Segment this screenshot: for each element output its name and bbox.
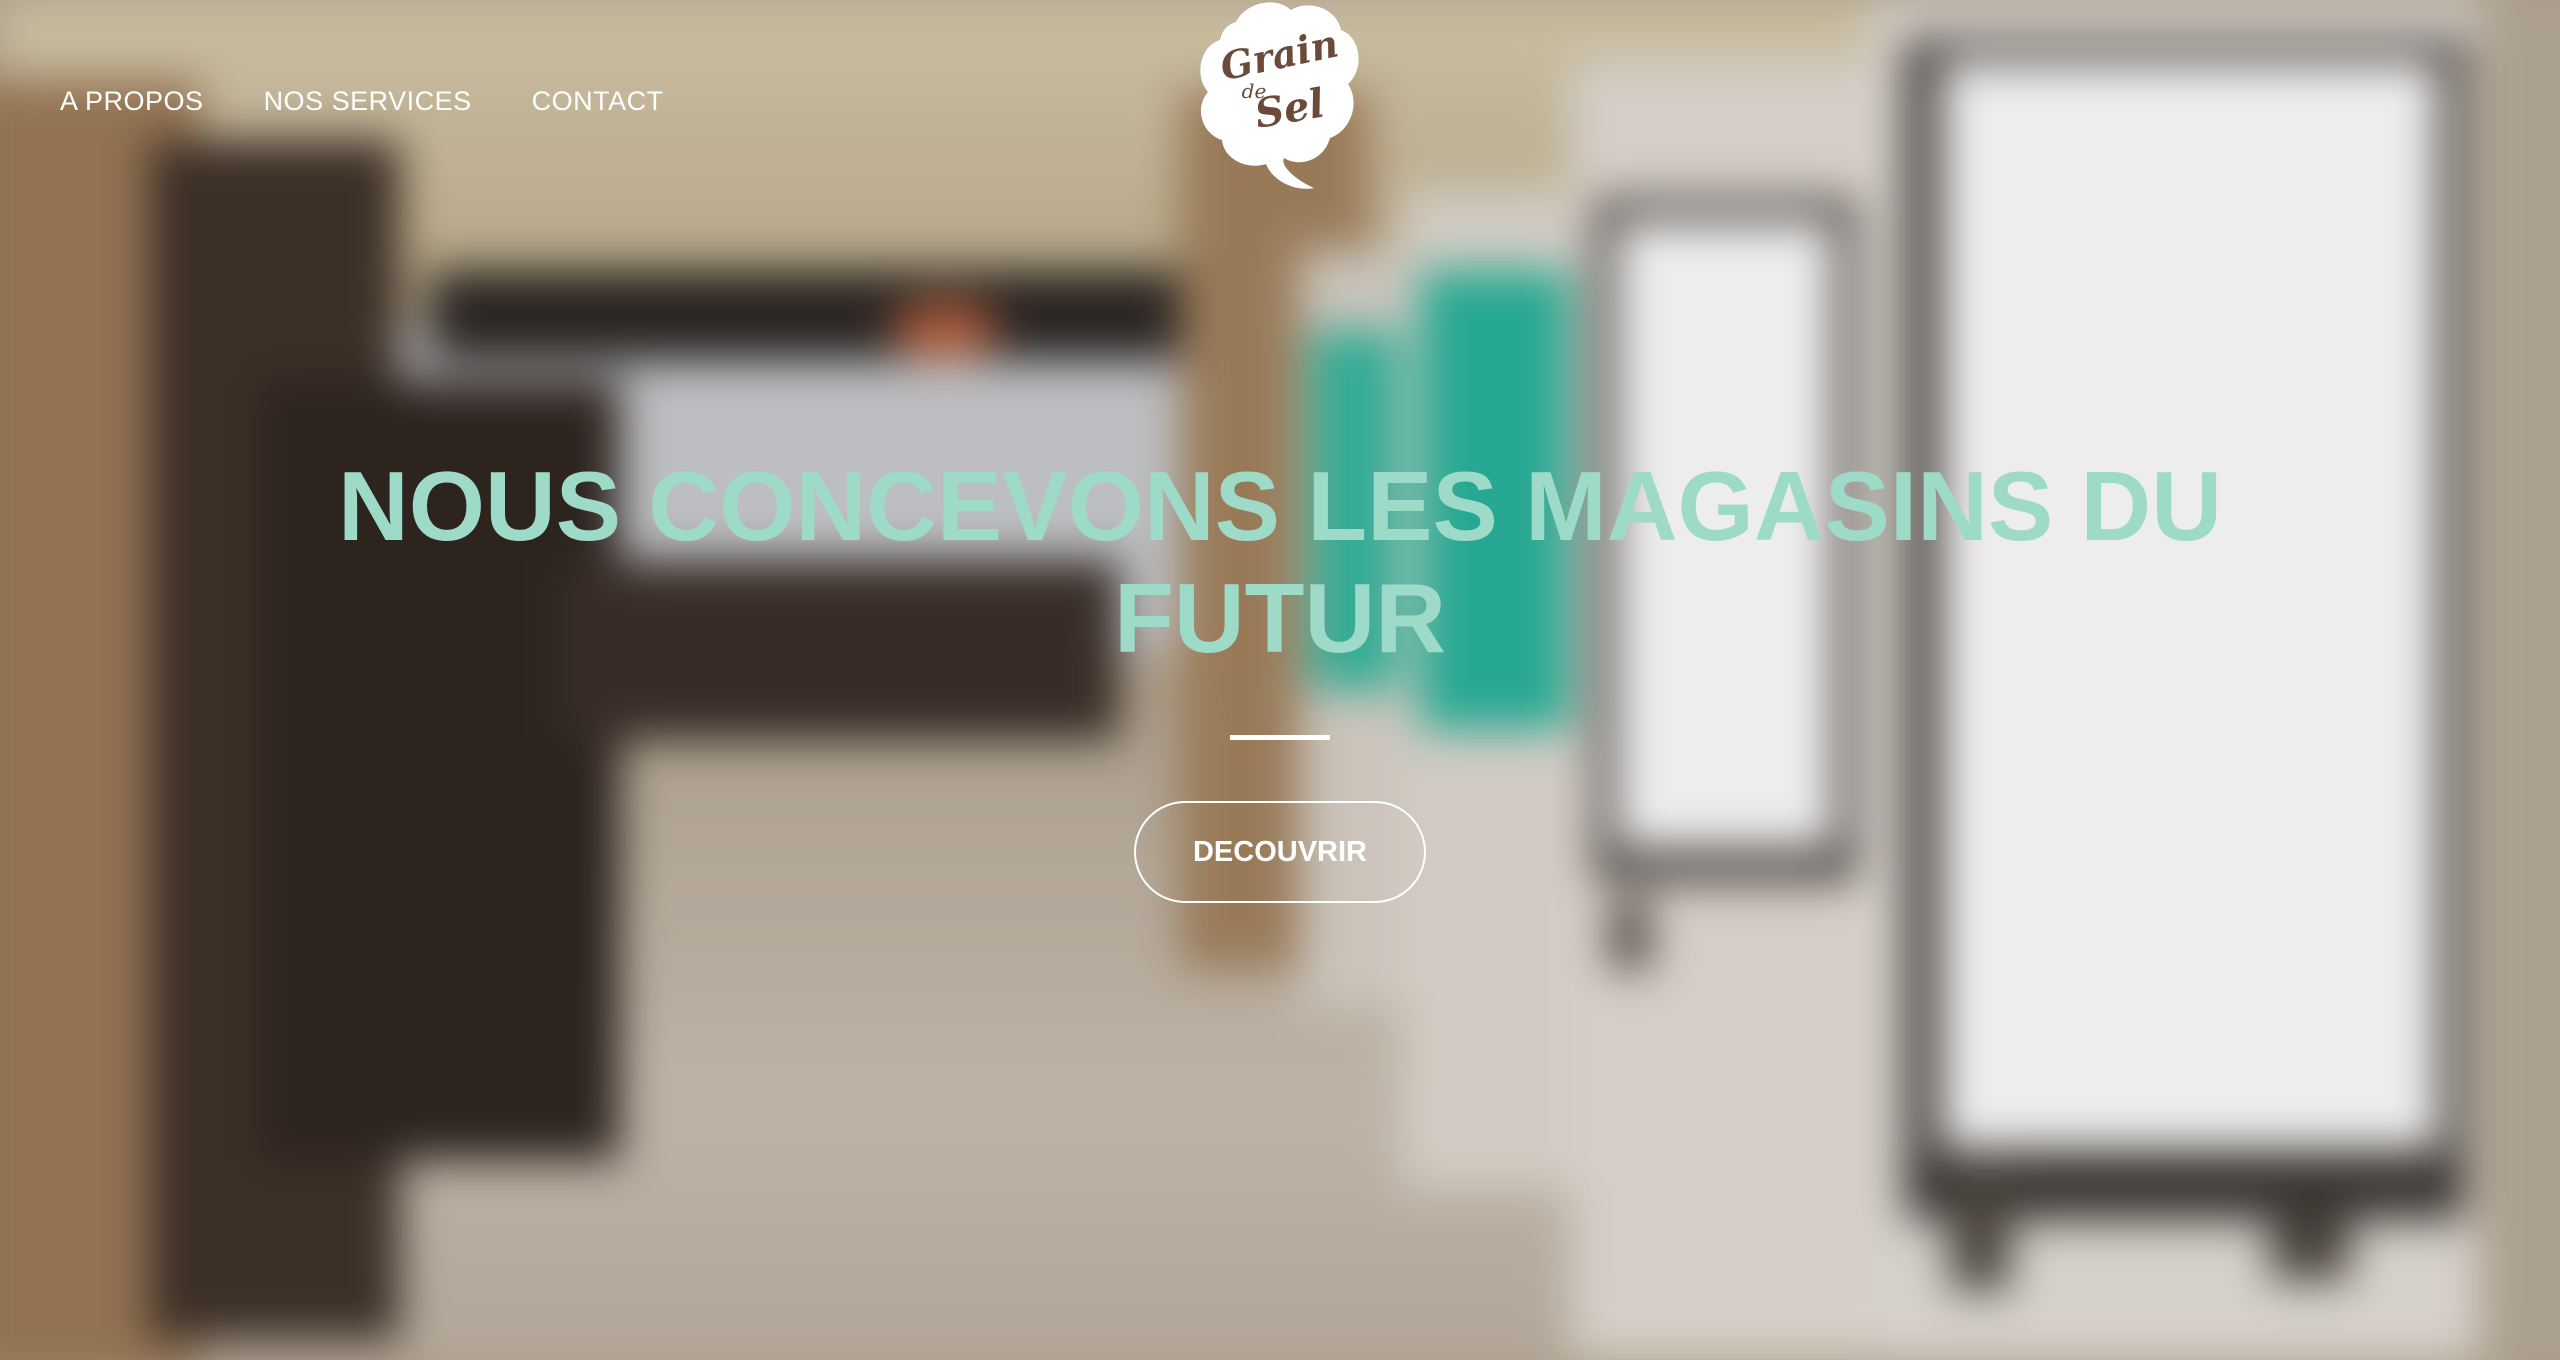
hero-headline: NOUS CONCEVONS LES MAGASINS DU FUTUR	[338, 451, 2222, 673]
headline-divider	[1230, 735, 1330, 740]
nav-link-nos-services[interactable]: NOS SERVICES	[264, 86, 472, 117]
main-nav: A PROPOS NOS SERVICES CONTACT	[60, 86, 664, 117]
nav-link-a-propos[interactable]: A PROPOS	[60, 86, 204, 117]
grain-de-sel-logo[interactable]: Grain de Sel	[1196, 0, 1362, 192]
hero-section: A PROPOS NOS SERVICES CONTACT Grain de S…	[0, 0, 2560, 1360]
decouvrir-button[interactable]: DECOUVRIR	[1134, 801, 1426, 903]
background-overlay	[0, 0, 2560, 1360]
nav-link-contact[interactable]: CONTACT	[532, 86, 664, 117]
